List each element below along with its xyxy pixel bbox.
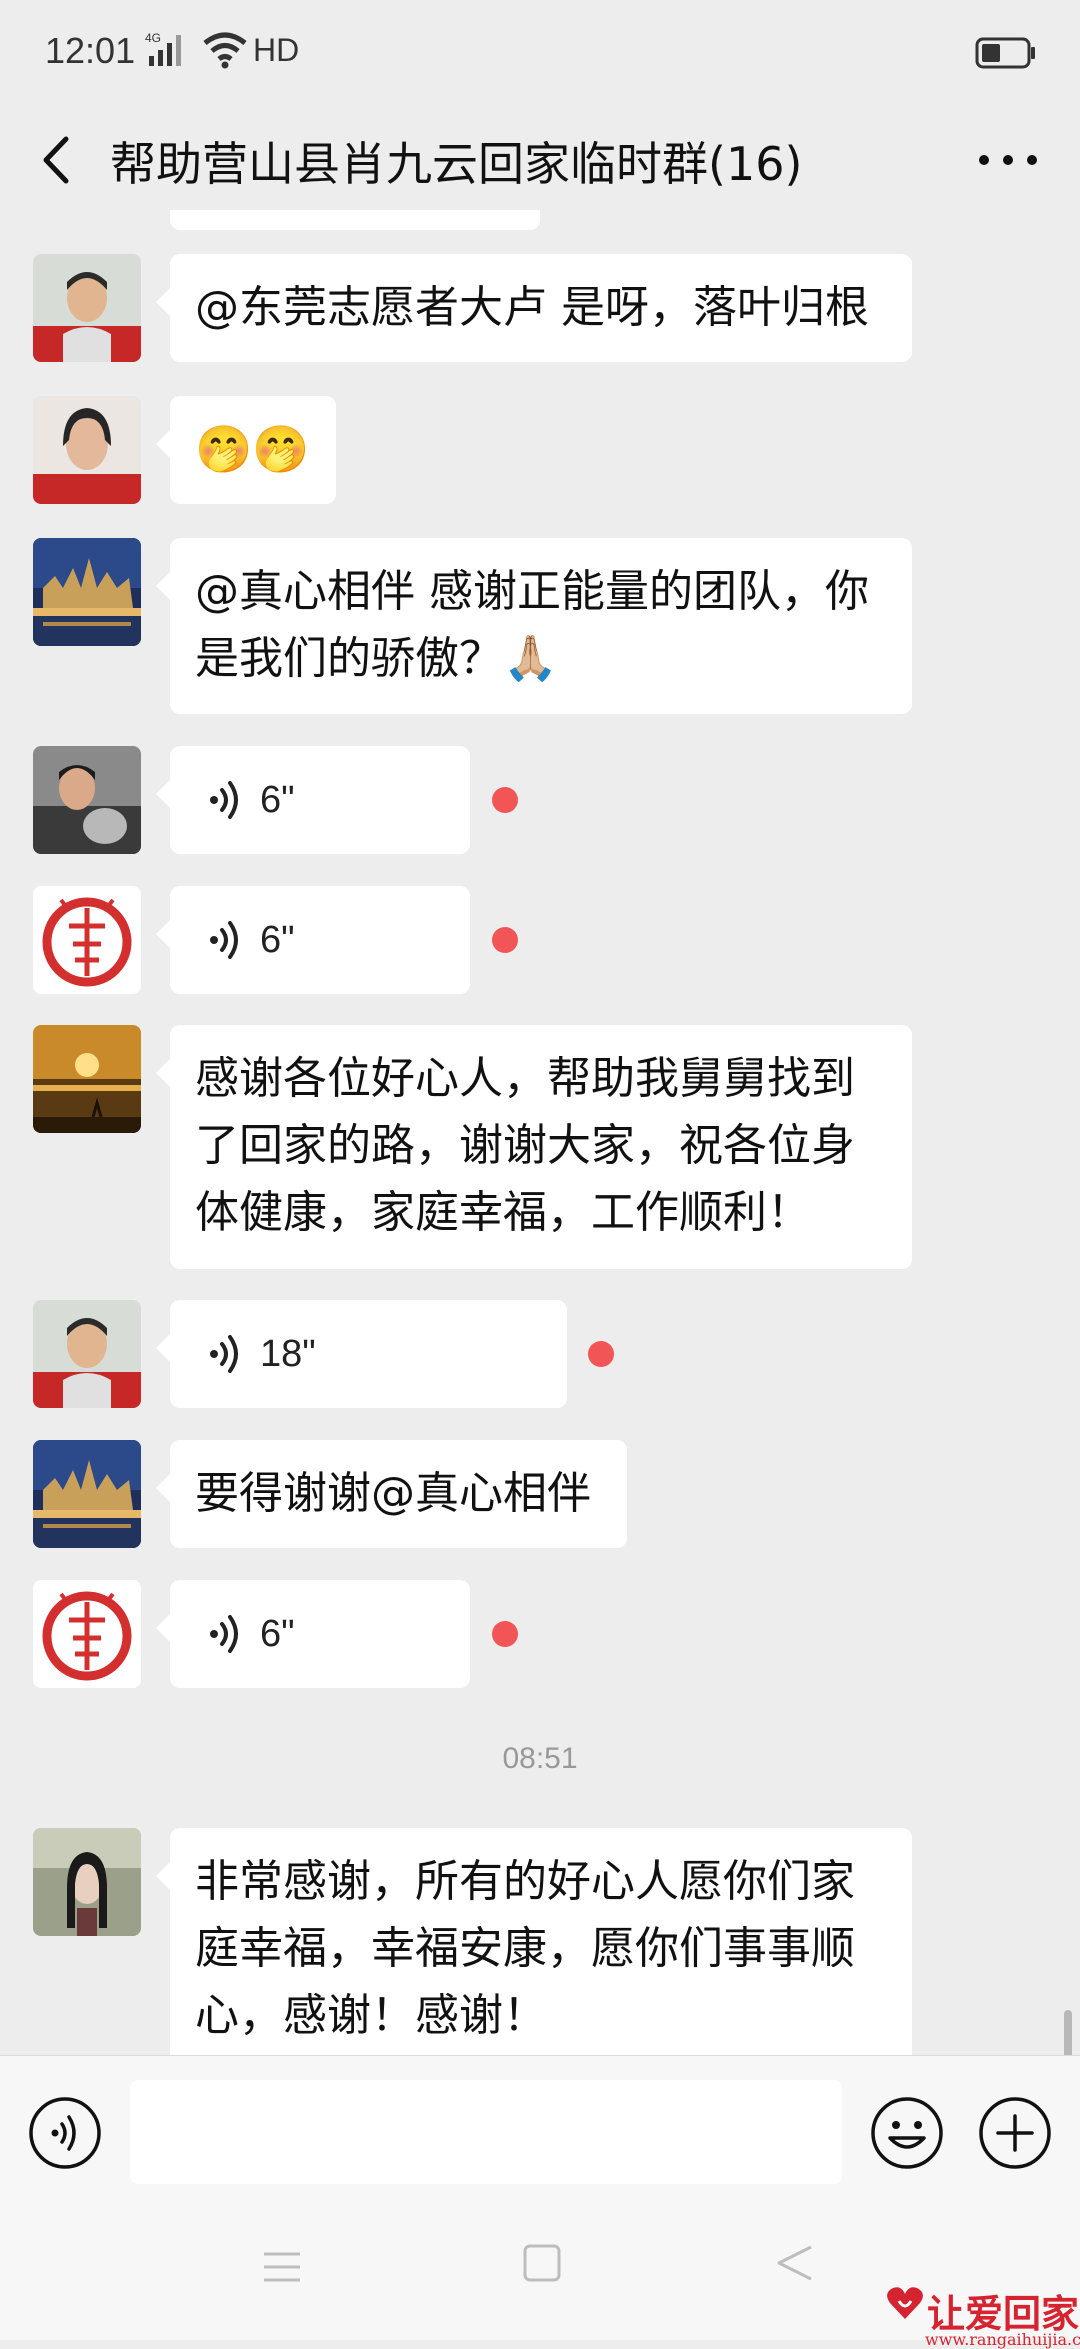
- voice-duration: 6": [260, 778, 295, 821]
- svg-text:4G: 4G: [145, 31, 161, 45]
- voice-wave-icon: [210, 1615, 238, 1653]
- scrollbar[interactable]: [1064, 2010, 1072, 2055]
- wifi-icon: [202, 30, 248, 74]
- message-text-line: 庭幸福，幸福安康，愿你们事事顺: [195, 1923, 855, 1974]
- input-bar: [0, 2055, 1080, 2186]
- message-text-line: 了回家的路，谢谢大家，祝各位身: [195, 1120, 855, 1171]
- message-bubble[interactable]: @东莞志愿者大卢 是呀，落叶归根: [156, 254, 912, 362]
- voice-wave-icon: [210, 921, 238, 959]
- avatar[interactable]: [33, 1025, 141, 1133]
- message-input[interactable]: [130, 2080, 842, 2184]
- more-dots-icon: [979, 155, 1037, 165]
- home-button[interactable]: [522, 2243, 562, 2287]
- status-time: 12:01: [45, 30, 136, 71]
- cellular-signal-icon: 4G: [145, 30, 195, 74]
- avatar[interactable]: [33, 396, 141, 504]
- voice-duration: 18": [260, 1332, 316, 1375]
- emoji-button[interactable]: [870, 2096, 944, 2170]
- avatar[interactable]: [33, 538, 141, 646]
- voice-message-bubble[interactable]: 6": [156, 886, 470, 994]
- square-icon: [523, 2244, 561, 2282]
- message-text-line: 感谢各位好心人，帮助我舅舅找到: [195, 1053, 855, 1104]
- smiley-face-icon: [871, 2097, 943, 2169]
- status-bar: 12:01 4G HD: [0, 0, 1080, 110]
- chat-title: 帮助营山县肖九云回家临时群(16): [110, 137, 803, 191]
- message-text-line: 体健康，家庭幸福，工作顺利！: [195, 1187, 811, 1238]
- message-text: 要得谢谢@真心相伴: [195, 1468, 591, 1519]
- plus-icon: [979, 2097, 1051, 2169]
- message-timestamp: 08:51: [502, 1742, 578, 1775]
- voice-message-bubble[interactable]: 6": [156, 1580, 470, 1688]
- message-bubble[interactable]: 非常感谢，所有的好心人愿你们家 庭幸福，幸福安康，愿你们事事顺 心，感谢！感谢！: [156, 1828, 912, 2055]
- unread-dot: [588, 1341, 614, 1367]
- message-text-line: 心，感谢！感谢！: [195, 1990, 547, 2041]
- unread-dot: [492, 787, 518, 813]
- avatar[interactable]: [33, 886, 141, 994]
- voice-message-bubble[interactable]: 18": [156, 1300, 567, 1408]
- avatar[interactable]: [33, 1300, 141, 1408]
- heart-logo-icon: [887, 2287, 923, 2319]
- hd-indicator: HD: [253, 32, 300, 68]
- voice-icon: [29, 2097, 101, 2169]
- chevron-left-icon: [43, 136, 69, 184]
- avatar[interactable]: [33, 1440, 141, 1548]
- message-text: @东莞志愿者大卢 是呀，落叶归根: [195, 282, 869, 333]
- message-bubble[interactable]: @真心相伴 感谢正能量的团队，你 是我们的骄傲？🙏🏼: [156, 538, 912, 714]
- avatar[interactable]: [33, 1828, 141, 1936]
- voice-duration: 6": [260, 918, 295, 961]
- menu-icon: [264, 2252, 300, 2282]
- chat-header: 帮助营山县肖九云回家临时群(16): [0, 110, 1080, 210]
- emoji-message: 🤭🤭: [195, 422, 310, 476]
- avatar[interactable]: [33, 1580, 141, 1688]
- system-back-button[interactable]: [775, 2243, 815, 2287]
- message-bubble[interactable]: 感谢各位好心人，帮助我舅舅找到 了回家的路，谢谢大家，祝各位身 体健康，家庭幸福…: [156, 1025, 912, 1269]
- triangle-back-icon: [777, 2245, 812, 2281]
- message-text-line: 非常感谢，所有的好心人愿你们家: [195, 1856, 855, 1907]
- message-list[interactable]: @东莞志愿者大卢 是呀，落叶归根 🤭🤭 @真心相伴 感谢正能量的团队，你 是我们…: [0, 210, 1080, 2055]
- previous-message-bubble: [170, 210, 540, 230]
- voice-duration: 6": [260, 1612, 295, 1655]
- avatar[interactable]: [33, 254, 141, 362]
- unread-dot: [492, 927, 518, 953]
- message-bubble[interactable]: 要得谢谢@真心相伴: [156, 1440, 627, 1548]
- message-text-line: @真心相伴 感谢正能量的团队，你: [195, 566, 869, 617]
- more-options-button[interactable]: [968, 130, 1048, 190]
- message-text-line: 是我们的骄傲？🙏🏼: [195, 633, 558, 684]
- battery-icon: [975, 36, 1037, 74]
- avatar[interactable]: [33, 746, 141, 854]
- more-functions-button[interactable]: [978, 2096, 1052, 2170]
- message-bubble[interactable]: 🤭🤭: [156, 396, 336, 504]
- voice-input-toggle-button[interactable]: [28, 2096, 102, 2170]
- voice-wave-icon: [210, 1335, 238, 1373]
- voice-message-bubble[interactable]: 6": [156, 746, 470, 854]
- voice-wave-icon: [210, 781, 238, 819]
- recent-apps-button[interactable]: [262, 2250, 302, 2288]
- back-button[interactable]: [30, 125, 100, 195]
- unread-dot: [492, 1621, 518, 1647]
